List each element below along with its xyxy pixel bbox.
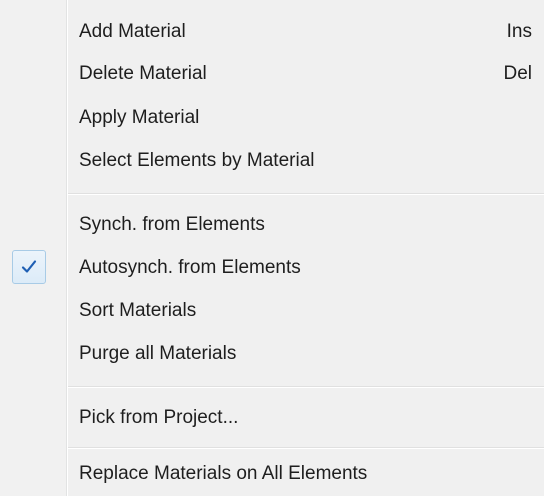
menu-item-label: Synch. from Elements: [79, 214, 265, 235]
menu-item-label: Purge all Materials: [79, 343, 237, 364]
menu-separator: [68, 386, 544, 388]
menu-item-shortcut: Del: [503, 63, 532, 84]
menu-item-delete-material[interactable]: Delete Material Del: [0, 52, 544, 96]
menu-item-label: Apply Material: [79, 107, 200, 128]
menu-item-purge-all-materials[interactable]: Purge all Materials: [0, 332, 544, 376]
menu-item-sort-materials[interactable]: Sort Materials: [0, 289, 544, 333]
menu-item-label: Autosynch. from Elements: [79, 257, 301, 278]
menu-item-label: Sort Materials: [79, 300, 197, 321]
menu-item-shortcut: Ins: [506, 21, 532, 42]
menu-item-select-elements-by-material[interactable]: Select Elements by Material: [0, 139, 544, 183]
menu-item-pick-from-project[interactable]: Pick from Project...: [0, 396, 544, 440]
menu-item-replace-materials-on-all-elements[interactable]: Replace Materials on All Elements: [0, 452, 544, 496]
menu-item-label: Pick from Project...: [79, 407, 239, 428]
check-icon: [21, 260, 37, 273]
menu-item-autosynch-from-elements[interactable]: Autosynch. from Elements: [0, 246, 544, 290]
menu-item-label: Replace Materials on All Elements: [79, 463, 368, 484]
check-highlight: [12, 250, 46, 284]
context-menu: Add Material Ins Delete Material Del App…: [0, 0, 544, 496]
menu-item-synch-from-elements[interactable]: Synch. from Elements: [0, 203, 544, 247]
menu-separator: [68, 447, 544, 449]
menu-item-label: Add Material: [79, 21, 186, 42]
menu-item-apply-material[interactable]: Apply Material: [0, 96, 544, 140]
menu-item-label: Delete Material: [79, 63, 207, 84]
menu-item-add-material[interactable]: Add Material Ins: [0, 10, 544, 54]
menu-separator: [68, 193, 544, 195]
menu-item-label: Select Elements by Material: [79, 150, 315, 171]
